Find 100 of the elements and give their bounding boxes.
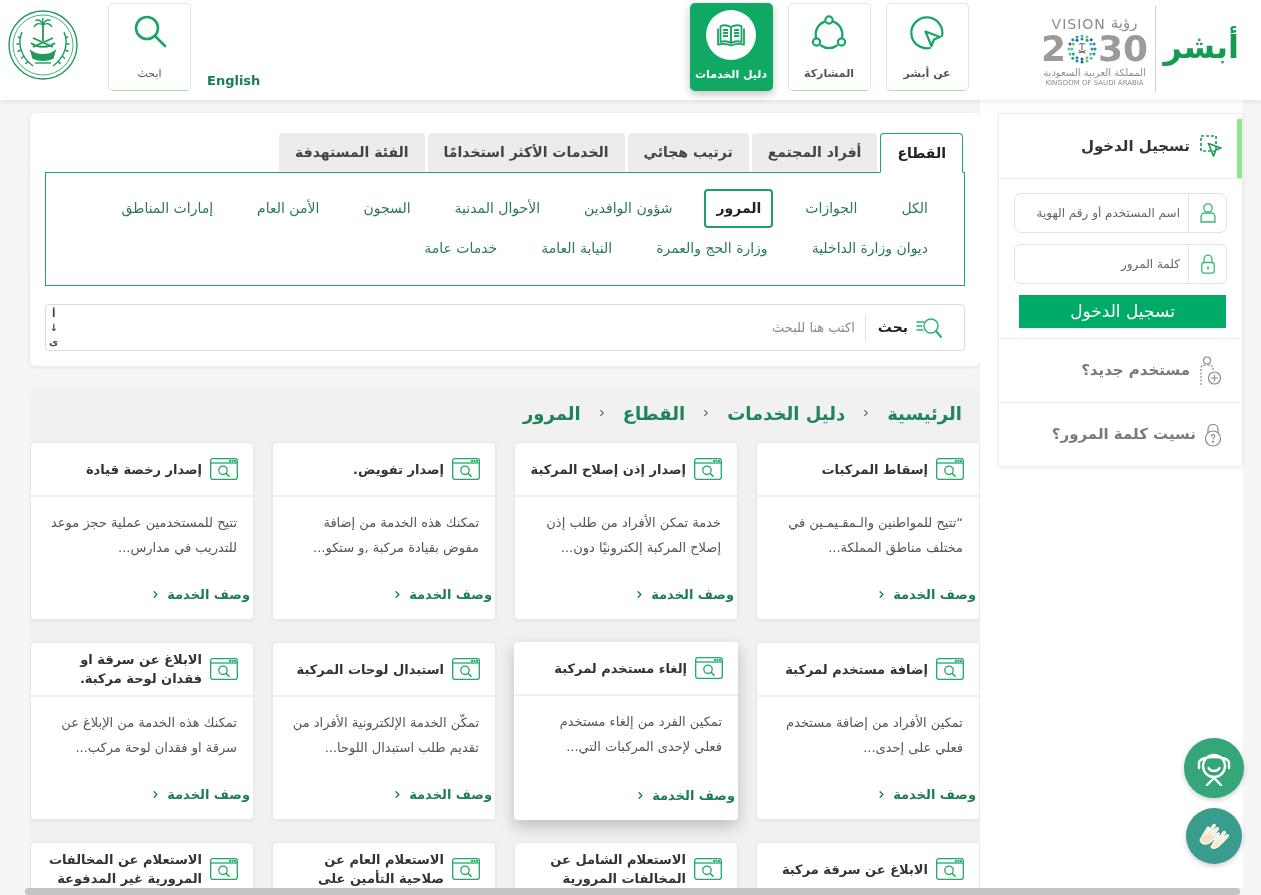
service-title: استبدال لوحات المركبة [296,660,444,679]
service-title: إلغاء مستخدم لمركبة [554,659,687,678]
login-button[interactable]: تسجيل الدخول [1019,295,1226,328]
service-card[interactable]: إضافة مستخدم لمركبة تمكين الأفراد من إضافة مستخدم فعلي على إحدى... وصف الخدمة [756,642,980,820]
browser-search-icon [936,458,964,480]
service-description: “تتيح للمواطنين والـمقـيمـين في مختلف مناطق المملكة... [787,514,964,558]
vision-arabic-label: رؤية [1110,16,1138,31]
service-link[interactable]: وصف الخدمة [150,784,250,804]
service-card[interactable]: الابلاغ عن سرقة مركبة [756,842,980,888]
service-title: إضافة مستخدم لمركبة [785,660,928,679]
service-card[interactable]: إصدار رخصة قيادة تتيح للمستخدمين عملية حجز موعد للتدريب في مدارس... وصف الخدمة [30,442,254,620]
cursor-circle-icon [909,15,946,51]
service-card[interactable]: الاستعلام العام عن صلاحية التأمين على [272,842,496,888]
service-link[interactable]: وصف الخدمة [150,584,250,604]
service-description: تمكين الأفراد من إضافة مستخدم فعلي على إحدى... [785,713,964,757]
search-field[interactable]: اكتب هنا للبحث [58,305,865,350]
service-link[interactable]: وصف الخدمة [876,784,976,804]
search-icon [916,316,942,339]
category-filter[interactable]: خدمات عامة [412,229,510,268]
service-link[interactable]: وصف الخدمة [634,584,734,604]
filter-tab[interactable]: الخدمات الأكثر استخدامًا [427,133,625,172]
service-description: خدمة تمكن الأفراد من طلب إذن إصلاح المركبة إلكترونيًا دون... [545,513,722,558]
accent-bar [1237,119,1242,178]
year-label: 30 [1098,31,1149,67]
service-description: تمكنك هذه الخدمة من إضافة مفوض بقيادة مركبة ,و ستكو... [312,514,480,558]
nav-button[interactable]: المشاركة [787,3,871,91]
service-card[interactable]: إصدار إذن إصلاح المركبة خدمة تمكن الأفراد من طلب إذن إصلاح المركبة إلكترونيًا دون... وصف الخدمة [514,442,738,620]
breadcrumb-link[interactable]: القطاع [622,399,686,427]
country-arabic-label: المملكة العربية السعودية [1043,67,1146,79]
category-filter[interactable]: المرور [704,189,774,228]
cursor-select-icon [1200,135,1222,157]
service-title: إصدار تفويض. [353,460,444,479]
category-filter[interactable]: النيابة العامة [529,229,625,268]
service-title: إصدار رخصة قيادة [85,460,202,479]
open-book-icon [706,10,757,60]
breadcrumb-link[interactable]: الرئيسية [887,399,962,427]
service-title: إسقاط المركبات [821,460,928,479]
service-title: الابلاغ عن سرقة او فقدان لوحة مركبة. [78,651,202,688]
browser-search-icon [695,657,723,679]
category-filter[interactable]: شؤون الوافدين [572,189,685,228]
category-filter[interactable]: الجوازات [793,189,870,228]
horizontal-scrollbar[interactable] [25,888,1240,895]
search-button[interactable]: ابحث [108,3,191,91]
service-card[interactable]: إسقاط المركبات “تتيح للمواطنين والـمقـيمـين في مختلف مناطق المملكة... وصف الخدمة [756,442,980,620]
filter-tab[interactable]: ترتيب هجائي [627,133,749,172]
service-card[interactable]: الابلاغ عن سرقة او فقدان لوحة مركبة. تمكنك هذه الخدمة من الإبلاغ عن سرقة او فقدان لوحة مركب... وصف الخدمة [30,642,254,820]
service-description: تمكّن الخدمة الإلكترونية الأفراد من تقديم طلب استبدال اللوحا... [291,712,480,758]
service-card[interactable]: إصدار تفويض. تمكنك هذه الخدمة من إضافة مفوض بقيادة مركبة ,و ستكو... وصف الخدمة [272,442,496,620]
service-link[interactable]: وصف الخدمة [635,785,735,805]
browser-search-icon [210,458,238,480]
nav-button[interactable]: عن أبشر [885,3,969,91]
category-filter[interactable]: وزارة الحج والعمرة [644,229,780,268]
hands-icon [1197,821,1231,851]
service-description: تتيح للمستخدمين عملية حجز موعد للتدريب في مدارس... [50,514,238,558]
service-description: تمكين الفرد من إلغاء مستخدم فعلي لإحدى المركبات التي... [558,713,723,757]
password-field[interactable]: كلمة المرور [1014,244,1227,284]
service-link[interactable]: وصف الخدمة [876,584,976,604]
service-card[interactable]: إلغاء مستخدم لمركبة تمكين الفرد من إلغاء مستخدم فعلي لإحدى المركبات التي... وصف الخدمة [514,642,738,820]
service-card[interactable]: الاستعلام الشامل عن المخالفات المرورية [514,842,738,888]
filter-tab[interactable]: القطاع [880,133,963,173]
service-title: الاستعلام الشامل عن المخالفات المرورية [549,851,686,888]
sort-button[interactable]: أ ↓ ى [49,306,59,349]
service-link[interactable]: وصف الخدمة [392,584,492,604]
search-submit-button[interactable]: بحث [865,316,964,339]
category-filter[interactable]: السجون [351,189,423,228]
new-user-link[interactable]: مستخدم جديد؟ [999,338,1242,402]
emblem-icon [8,10,78,80]
language-link[interactable]: English [207,71,261,91]
browser-search-icon [210,858,238,880]
lock-question-icon [1204,422,1222,447]
browser-search-icon [936,858,964,880]
category-filter[interactable]: الأمن العام [245,189,332,228]
service-link[interactable]: وصف الخدمة [392,784,492,804]
service-card[interactable]: الاستعلام عن المخالفات المرورية غير المدفوعة [30,842,254,888]
breadcrumb-link[interactable]: المرور [523,399,581,427]
service-card[interactable]: استبدال لوحات المركبة تمكّن الخدمة الإلكترونية الأفراد من تقديم طلب استبدال اللوحا... وصف الخدمة [272,642,496,820]
browser-search-icon [694,458,722,480]
service-title: الاستعلام عن المخالفات المرورية غير المدفوعة [47,851,202,888]
user-icon [1199,203,1216,223]
category-filter[interactable]: الكل [889,189,940,228]
category-filter[interactable]: الأحوال المدنية [442,189,553,228]
connected-nodes-icon [811,15,848,51]
filter-tab[interactable]: أفراد المجتمع [751,133,878,172]
browser-search-icon [452,858,480,880]
filter-tab[interactable]: الفئة المستهدفة [279,133,425,172]
nav-button[interactable]: دليل الخدمات [689,3,773,91]
year-label: 2 [1040,31,1066,67]
password-input[interactable]: كلمة المرور [1015,245,1188,283]
brand-logo[interactable]: أبشر [1161,14,1241,80]
forgot-password-link[interactable]: نسيت كلمة المرور؟ [999,402,1242,466]
add-user-icon [1198,355,1222,386]
category-filter[interactable]: إمارات المناطق [109,189,226,228]
browser-search-icon [210,658,238,680]
search-bar[interactable]: بحث اكتب هنا للبحث أ ↓ ى [45,304,965,351]
browser-search-icon [452,658,480,680]
breadcrumb-link[interactable]: دليل الخدمات [727,399,846,427]
browser-search-icon [694,858,722,880]
service-description: تمكنك هذه الخدمة من الإبلاغ عن سرقة او فقدان لوحة مركب... [60,714,238,758]
category-filter[interactable]: ديوان وزارة الداخلية [799,229,940,268]
vision-label: VISION [1051,16,1106,31]
